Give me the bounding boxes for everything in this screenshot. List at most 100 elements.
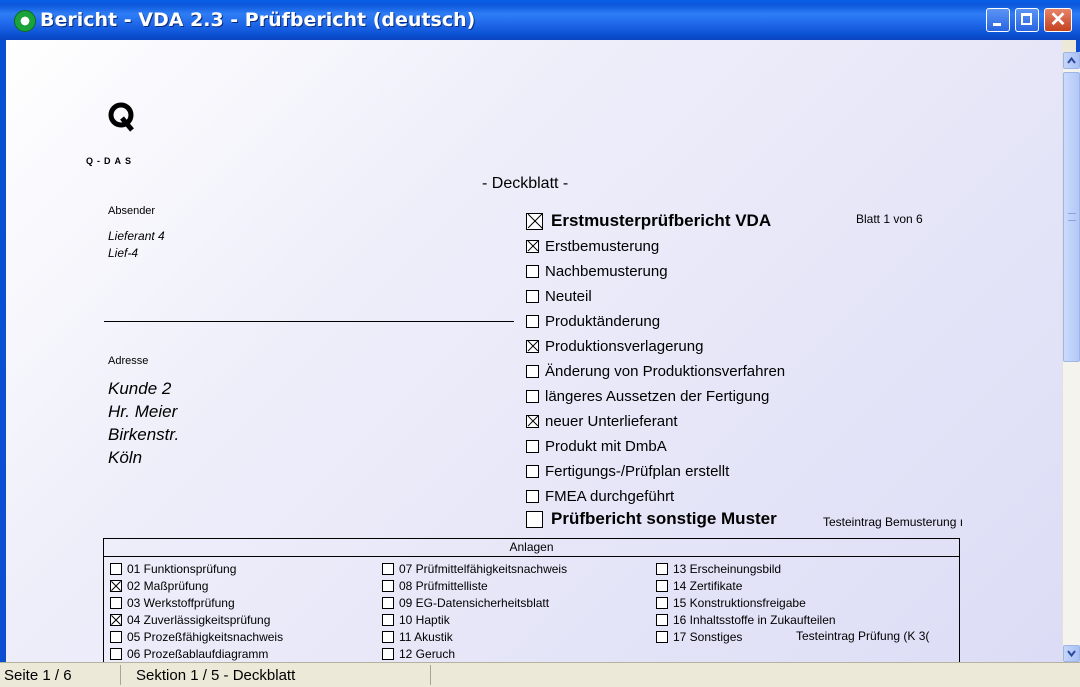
scroll-up-button[interactable] [1063, 52, 1080, 69]
address-label: Adresse [108, 355, 149, 367]
attachment-label: 11 Akustik [399, 629, 453, 644]
section-title: - Deckblatt - [482, 175, 569, 192]
attachment-checkbox[interactable] [656, 579, 668, 592]
attachment-checkbox[interactable] [110, 579, 122, 592]
attachment-item: 14 Zertifikate [656, 578, 742, 593]
attachment-item: 17 Sonstiges [656, 629, 742, 644]
attachment-checkbox[interactable] [382, 579, 394, 592]
checkbox-label: Fertigungs-/Prüfplan erstellt [545, 462, 730, 480]
checkbox-label: Produktänderung [545, 312, 661, 330]
close-icon: ✕ [1049, 9, 1067, 31]
attachment-checkbox[interactable] [110, 562, 122, 575]
checkbox[interactable] [526, 389, 539, 403]
attachment-item: 10 Haptik [382, 612, 450, 627]
attachment-checkbox[interactable] [382, 613, 394, 626]
checkbox-label: längeres Aussetzen der Fertigung [545, 387, 770, 405]
attachment-checkbox[interactable] [110, 630, 122, 643]
address-line: Kunde 2 [108, 379, 172, 398]
check-row: neuer Unterlieferant [526, 412, 678, 434]
title-bar[interactable]: Bericht - VDA 2.3 - Prüfbericht (deutsch… [0, 0, 1080, 40]
divider [104, 321, 514, 322]
attachment-checkbox[interactable] [656, 596, 668, 609]
attachment-item: 01 Funktionsprüfung [110, 561, 236, 576]
attachment-label: 09 EG-Datensicherheitsblatt [399, 595, 550, 610]
attachment-label: 13 Erscheinungsbild [673, 561, 782, 576]
check-row: Neuteil [526, 287, 592, 309]
attachment-label: 02 Maßprüfung [127, 578, 209, 593]
scroll-down-button[interactable] [1063, 645, 1080, 662]
app-icon[interactable] [14, 10, 36, 32]
attachment-checkbox[interactable] [110, 647, 122, 660]
checkbox[interactable] [526, 314, 539, 328]
attachment-item: 04 Zuverlässigkeitsprüfung [110, 612, 270, 627]
status-separator [120, 665, 121, 685]
window-title: Bericht - VDA 2.3 - Prüfbericht (deutsch… [40, 9, 476, 31]
checkbox[interactable] [526, 439, 539, 453]
attachment-checkbox[interactable] [382, 647, 394, 660]
attachment-checkbox[interactable] [110, 613, 122, 626]
attachment-item: 02 Maßprüfung [110, 578, 208, 593]
minimize-button[interactable] [986, 8, 1010, 32]
checkbox[interactable] [526, 364, 539, 378]
attachment-item: 15 Konstruktionsfreigabe [656, 595, 806, 610]
other-note: Testeintrag Bemusterung ı [823, 515, 964, 529]
attachment-item: 06 Prozeßablaufdiagramm [110, 646, 268, 661]
checkbox[interactable] [526, 289, 539, 303]
scrollbar-thumb[interactable] [1063, 72, 1080, 362]
status-bar: Seite 1 / 6 Sektion 1 / 5 - Deckblatt [0, 662, 1080, 687]
check-row: Änderung von Produktionsverfahren [526, 362, 785, 384]
attachment-checkbox[interactable] [110, 596, 122, 609]
attachment-item: 05 Prozeßfähigkeitsnachweis [110, 629, 283, 644]
checkbox[interactable] [526, 264, 539, 278]
checkbox[interactable] [526, 464, 539, 478]
attachment-item: 13 Erscheinungsbild [656, 561, 781, 576]
check-row: Produktänderung [526, 312, 660, 334]
close-button[interactable]: ✕ [1044, 8, 1072, 32]
main-checkbox[interactable] [526, 212, 543, 230]
check-row: Nachbemusterung [526, 262, 668, 284]
attachment-label: 07 Prüfmittelfähigkeitsnachweis [399, 561, 568, 576]
attachment-checkbox[interactable] [656, 613, 668, 626]
check-row: Fertigungs-/Prüfplan erstellt [526, 462, 729, 484]
attachment-checkbox[interactable] [656, 630, 668, 643]
attachment-checkbox[interactable] [656, 562, 668, 575]
attachment-label: 04 Zuverlässigkeitsprüfung [127, 612, 271, 627]
attachment-label: 15 Konstruktionsfreigabe [673, 595, 806, 610]
attachments-box: Anlagen 01 Funktionsprüfung 02 Maßprüfung… [103, 538, 960, 662]
checkbox[interactable] [526, 414, 539, 428]
checkbox-label: Produkt mit DmbA [545, 437, 667, 455]
address-line: Birkenstr. [108, 425, 180, 444]
attachment-item: 12 Geruch [382, 646, 455, 661]
attachment-item: 16 Inhaltsstoffe in Zukaufteilen [656, 612, 836, 627]
main-check-label: Erstmusterprüfbericht VDA [551, 211, 772, 230]
attachment-label: 10 Haptik [399, 612, 450, 627]
attachment-item: 08 Prüfmittelliste [382, 578, 488, 593]
attachments-title: Anlagen [104, 539, 959, 557]
attachment-checkbox[interactable] [382, 630, 394, 643]
address-line: Köln [108, 448, 143, 467]
attachment-checkbox[interactable] [382, 596, 394, 609]
logo-text: Q-DAS [86, 156, 135, 166]
attachment-label: 03 Werkstoffprüfung [127, 595, 235, 610]
checkbox[interactable] [526, 239, 539, 253]
maximize-button[interactable] [1015, 8, 1039, 32]
main-check-row: Erstmusterprüfbericht VDA [526, 211, 771, 233]
check-row: FMEA durchgeführt [526, 487, 674, 509]
check-row: Erstbemusterung [526, 237, 659, 259]
attachment-label: 08 Prüfmittelliste [399, 578, 488, 593]
attachment-checkbox[interactable] [382, 562, 394, 575]
checkbox-label: Neuteil [545, 287, 592, 305]
checkbox[interactable] [526, 489, 539, 503]
checkbox-label: Änderung von Produktionsverfahren [545, 362, 786, 380]
other-check-label: Prüfbericht sonstige Muster [551, 509, 777, 528]
checkbox[interactable] [526, 339, 539, 353]
sheet-counter: Blatt 1 von 6 [856, 212, 923, 226]
checkbox-label: Erstbemusterung [545, 237, 660, 255]
check-row: Produktionsverlagerung [526, 337, 703, 359]
checkbox-label: neuer Unterlieferant [545, 412, 678, 430]
vertical-scrollbar[interactable] [1062, 52, 1080, 662]
checkbox-label: Produktionsverlagerung [545, 337, 704, 355]
chevron-up-icon [1067, 57, 1076, 64]
other-sample-checkbox[interactable] [526, 510, 543, 528]
attachment-label: 12 Geruch [399, 646, 456, 661]
